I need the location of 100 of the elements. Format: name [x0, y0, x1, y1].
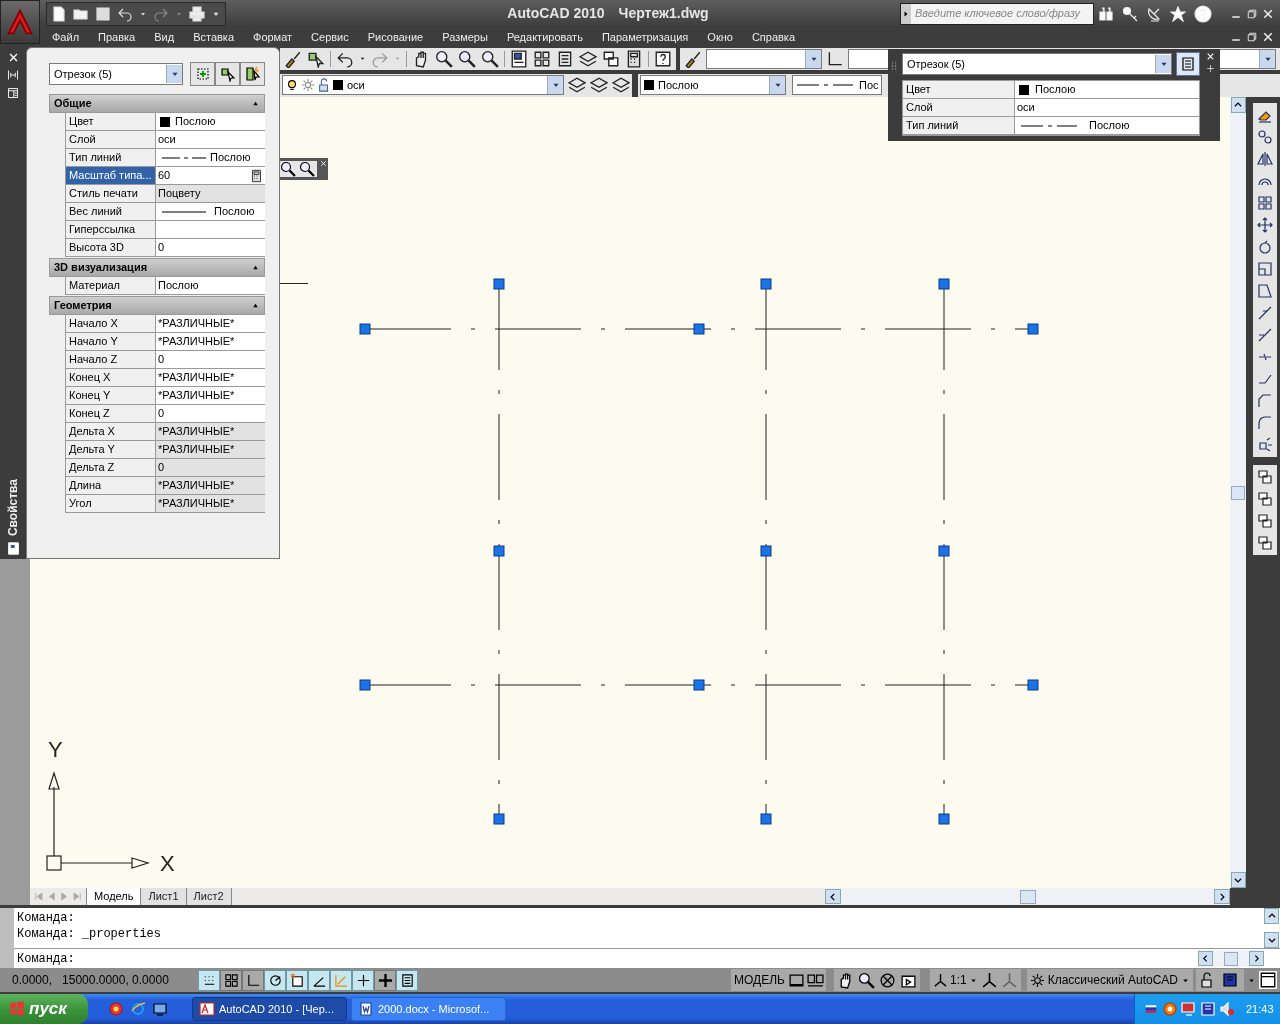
command-window-grip[interactable] — [0, 908, 14, 968]
property-value[interactable]: Послою — [1035, 81, 1076, 98]
property-label[interactable]: Тип линий — [66, 149, 156, 166]
property-field[interactable]: *РАЗЛИЧНЫЕ* — [156, 423, 265, 440]
property-label[interactable]: Слой — [66, 131, 156, 148]
taskbar-button[interactable]: 2000.docx - Microsof... — [351, 997, 506, 1021]
menu-item[interactable]: Справка — [751, 28, 796, 46]
polar-dial-icon[interactable] — [267, 972, 283, 988]
layer-properties-icon[interactable] — [568, 76, 586, 94]
property-label[interactable]: Материал — [66, 277, 156, 294]
property-field[interactable]: *РАЗЛИЧНЫЕ* — [156, 315, 265, 332]
property-field[interactable]: 0 — [156, 239, 265, 256]
move-icon[interactable] — [1257, 217, 1273, 233]
property-label[interactable]: Угол — [66, 495, 156, 512]
array-icon[interactable] — [1257, 195, 1273, 211]
scroll-right-icon[interactable] — [1252, 954, 1261, 963]
property-label[interactable]: Масштаб типа... — [66, 167, 156, 184]
property-field[interactable]: 0 — [156, 459, 265, 476]
stacked-rectangles-icon[interactable] — [1257, 535, 1273, 551]
dimension-style-icon[interactable] — [826, 49, 844, 68]
scrollbar-thumb[interactable] — [1224, 951, 1238, 966]
quick-properties-toggle-icon[interactable] — [1180, 56, 1196, 72]
grip-handle[interactable] — [1027, 323, 1039, 335]
menu-item[interactable]: Рисование — [367, 28, 424, 46]
grip-handle[interactable] — [693, 679, 705, 691]
ring-icon[interactable] — [1162, 1001, 1178, 1017]
expand-arrow-icon[interactable] — [902, 9, 910, 18]
collapse-arrow-icon[interactable] — [251, 301, 260, 310]
grip-handle[interactable] — [760, 813, 772, 825]
menu-item[interactable]: Параметризация — [601, 28, 689, 46]
property-label[interactable]: Гиперссылка — [66, 221, 156, 238]
grip-handle[interactable] — [1027, 679, 1039, 691]
quick-select-icon[interactable] — [244, 66, 261, 82]
calculator-icon[interactable] — [625, 49, 643, 68]
snap-square-icon[interactable] — [289, 972, 305, 988]
horizontal-scrollbar[interactable] — [825, 888, 1230, 905]
stacked-rectangles-icon[interactable] — [1257, 469, 1273, 485]
section-header[interactable]: Общие — [49, 94, 265, 113]
property-field[interactable]: Послою — [156, 203, 265, 220]
zoom-previous-icon[interactable] — [481, 49, 499, 68]
menu-item[interactable]: Вид — [154, 28, 175, 46]
property-label[interactable]: Конец X — [66, 369, 156, 386]
browser-icon[interactable] — [130, 1001, 146, 1017]
horizontal-scrollbar[interactable] — [1198, 950, 1264, 967]
caret-icon[interactable] — [359, 55, 366, 62]
satellite-dish-icon[interactable] — [1146, 5, 1162, 22]
linetype-dropdown[interactable]: Пос — [792, 75, 882, 95]
select-objects-icon[interactable] — [194, 66, 211, 82]
property-label[interactable]: Начало X — [66, 315, 156, 332]
trim-icon[interactable] — [1257, 305, 1273, 321]
new-document-icon[interactable] — [51, 5, 67, 22]
zoom-page-icon[interactable] — [280, 161, 296, 177]
collapse-arrow-icon[interactable] — [251, 263, 260, 272]
menu-item[interactable]: Редактировать — [506, 28, 583, 46]
property-label[interactable]: Длина — [66, 477, 156, 494]
book-icon[interactable] — [1200, 1001, 1216, 1017]
scroll-left-icon[interactable] — [828, 891, 838, 902]
property-field[interactable]: *РАЗЛИЧНЫЕ* — [156, 333, 265, 350]
layer-previous-icon[interactable] — [590, 76, 608, 94]
scroll-up-icon[interactable] — [1233, 100, 1243, 110]
monitor-icon[interactable] — [1181, 1001, 1197, 1017]
property-label[interactable]: Тип линий — [903, 117, 1015, 134]
property-field[interactable]: *РАЗЛИЧНЫЕ* — [156, 387, 265, 404]
desktop-icon[interactable] — [152, 1001, 168, 1017]
star-icon[interactable] — [1170, 5, 1186, 22]
property-field[interactable]: *РАЗЛИЧНЫЕ* — [156, 477, 265, 494]
key-icon[interactable] — [1122, 5, 1138, 22]
clean-screen-icon[interactable] — [1259, 971, 1277, 989]
scale-icon[interactable] — [1257, 261, 1273, 277]
property-field[interactable]: оси — [156, 131, 265, 148]
explode-icon[interactable] — [1257, 437, 1273, 453]
pick-icon[interactable] — [219, 66, 236, 82]
maximize-icon[interactable] — [1246, 7, 1258, 20]
options-menu-icon[interactable] — [1205, 64, 1215, 73]
layout-tab[interactable]: Модель — [86, 888, 142, 905]
palette-menu-icon[interactable] — [7, 87, 19, 99]
grip-handle[interactable] — [760, 278, 772, 290]
property-label[interactable]: Цвет — [903, 81, 1015, 98]
color-dropdown[interactable]: Послою — [640, 75, 786, 95]
property-label[interactable]: Дельта X — [66, 423, 156, 440]
command-prompt[interactable]: Команда: — [14, 950, 1198, 967]
grip-handle[interactable] — [493, 278, 505, 290]
property-label[interactable]: Начало Z — [66, 351, 156, 368]
text-style-dropdown[interactable] — [706, 48, 822, 69]
close-icon[interactable] — [1262, 7, 1274, 20]
section-header[interactable]: 3D визуализация — [49, 258, 265, 277]
zoom-window-icon[interactable] — [458, 49, 476, 68]
scroll-right-icon[interactable] — [1217, 891, 1227, 902]
property-value[interactable]: Послою — [1089, 117, 1130, 134]
zoom-extents-icon[interactable] — [299, 161, 315, 177]
layout-tab[interactable]: Лист2 — [186, 888, 232, 905]
grip-handle[interactable] — [938, 545, 950, 557]
steering-wheel-icon[interactable] — [879, 971, 896, 989]
scroll-down-icon[interactable] — [1266, 935, 1277, 945]
scrollbar-thumb[interactable] — [1019, 889, 1036, 904]
extend-icon[interactable] — [1257, 327, 1273, 343]
property-label[interactable]: Конец Z — [66, 405, 156, 422]
property-field[interactable]: 0 — [156, 351, 265, 368]
search-box[interactable]: Введите ключевое слово/фразу — [900, 2, 1094, 25]
rotate-icon[interactable] — [1257, 239, 1273, 255]
